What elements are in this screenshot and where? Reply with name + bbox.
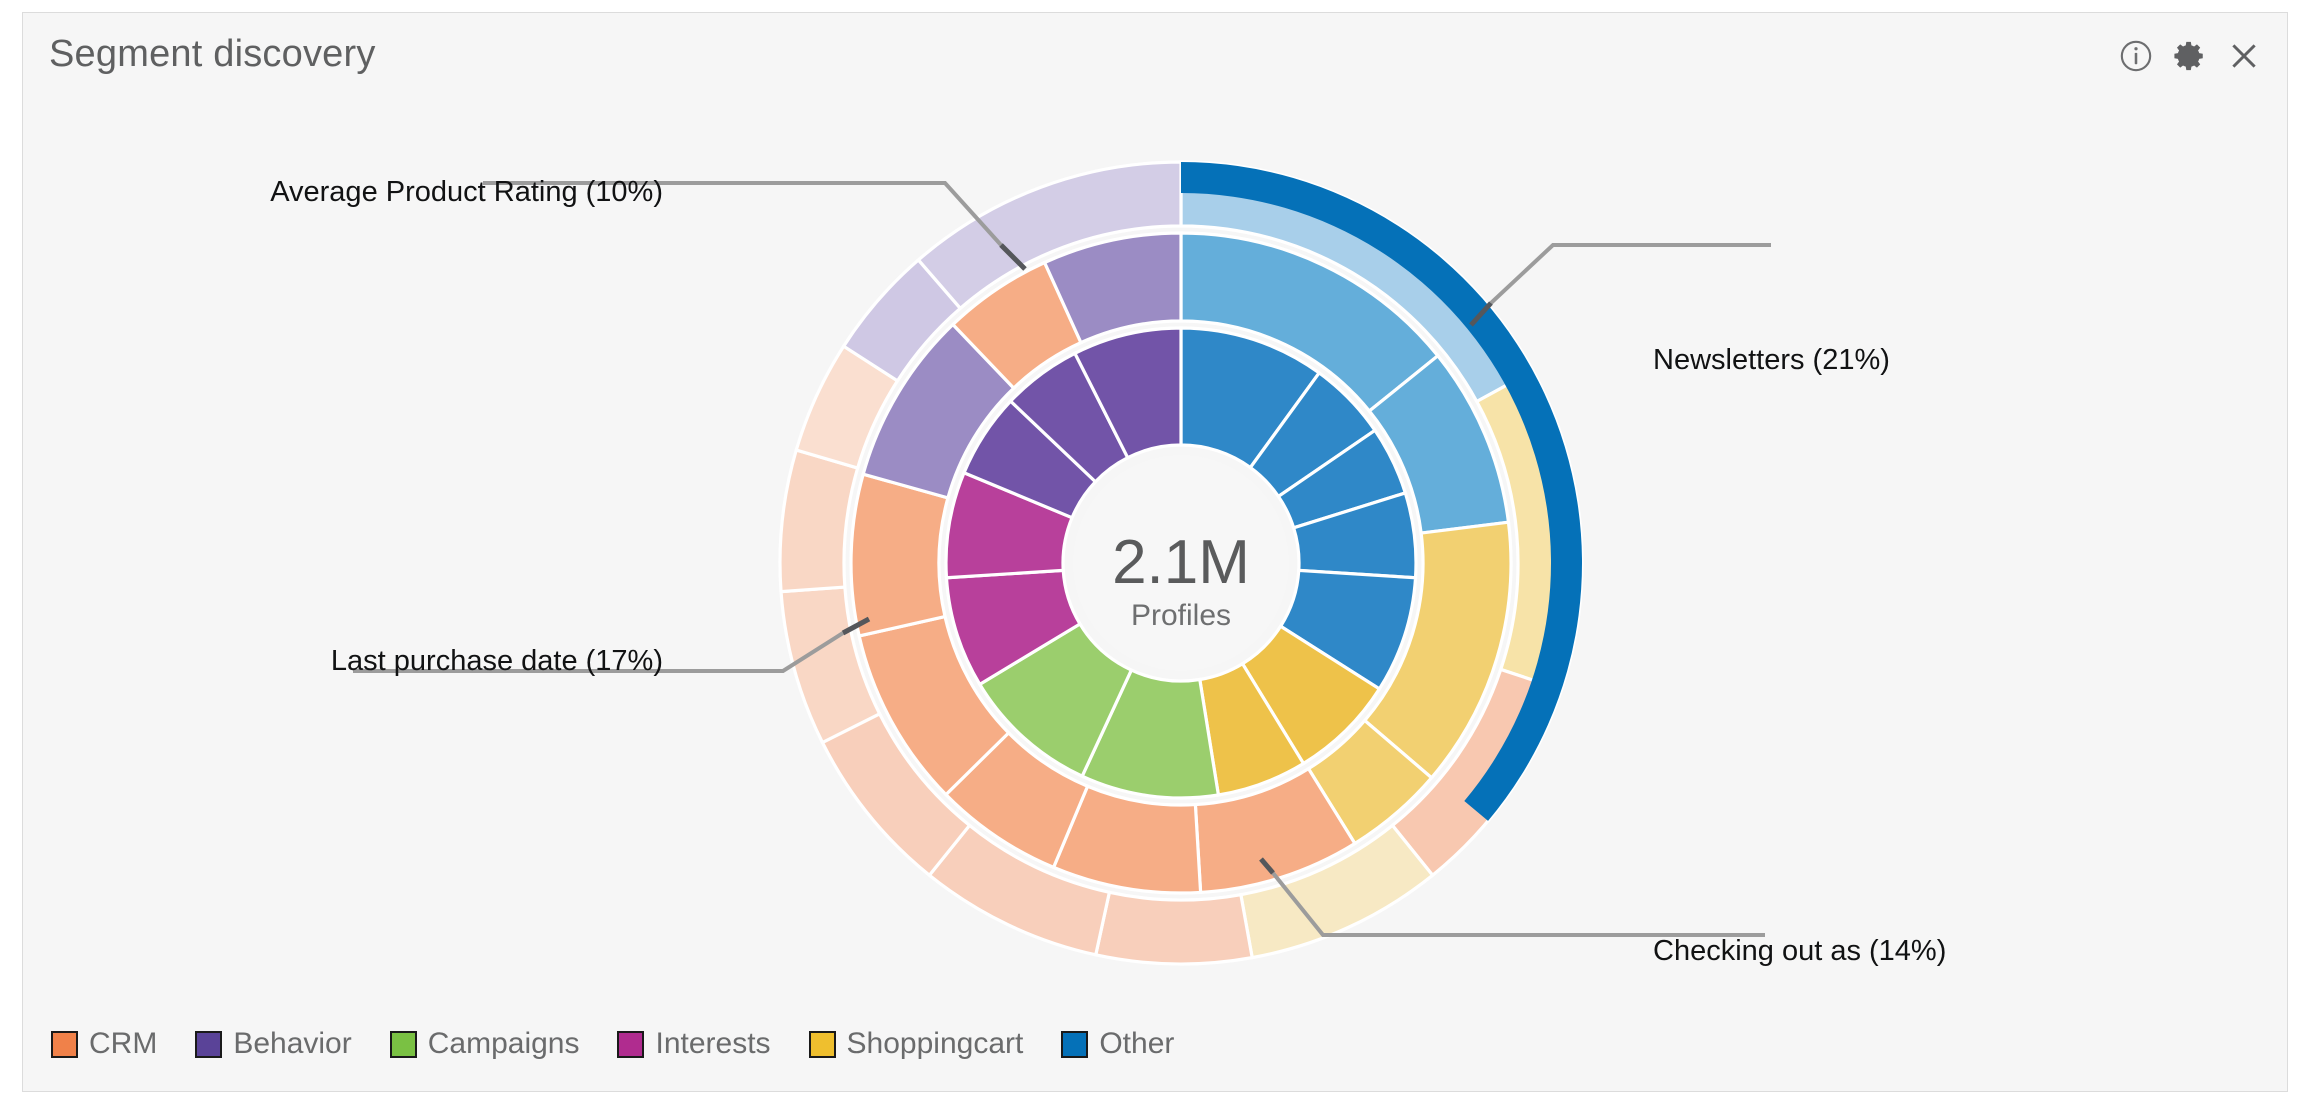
legend-swatch xyxy=(389,1030,417,1058)
gear-icon[interactable] xyxy=(2173,39,2207,73)
legend-item-crm[interactable]: CRM xyxy=(51,1027,157,1061)
legend-label: Interests xyxy=(655,1027,771,1060)
legend-item-campaigns[interactable]: Campaigns xyxy=(389,1027,580,1061)
callout-label: Checking out as (14%) xyxy=(1653,935,1946,967)
legend-label: Shoppingcart xyxy=(846,1027,1024,1060)
info-icon[interactable] xyxy=(2119,39,2153,73)
legend-label: Behavior xyxy=(233,1027,352,1060)
page-title: Segment discovery xyxy=(49,33,376,75)
legend-item-interests[interactable]: Interests xyxy=(617,1027,771,1061)
legend-item-behavior[interactable]: Behavior xyxy=(195,1027,352,1061)
callout-label: Newsletters (21%) xyxy=(1653,344,1890,376)
legend-item-shoppingcart[interactable]: Shoppingcart xyxy=(808,1027,1024,1061)
segment-discovery-panel: Segment discovery 2.1M Profiles Average … xyxy=(22,12,2288,1092)
close-icon[interactable] xyxy=(2227,39,2261,73)
callout-label: Average Product Rating (10%) xyxy=(270,176,663,208)
header-actions xyxy=(2119,39,2261,73)
legend-swatch xyxy=(617,1030,645,1058)
callout-label: Last purchase date (17%) xyxy=(331,645,663,677)
ring-3-segment[interactable] xyxy=(1093,890,1255,966)
legend-item-other[interactable]: Other xyxy=(1061,1027,1174,1061)
center-caption: Profiles xyxy=(1131,599,1231,632)
callout-leader-line xyxy=(1489,243,1771,305)
ring-3-segment[interactable] xyxy=(778,448,860,594)
sunburst-chart: 2.1M Profiles Average Product Rating (10… xyxy=(23,73,2289,973)
legend-swatch xyxy=(51,1030,78,1058)
legend: CRM Behavior Campaigns Interests Shoppingcar… xyxy=(51,1027,1174,1061)
legend-label: Other xyxy=(1099,1027,1175,1060)
legend-label: Campaigns xyxy=(427,1027,580,1060)
ring-2-segment[interactable] xyxy=(849,472,950,638)
legend-swatch xyxy=(195,1030,223,1058)
legend-swatch xyxy=(1061,1030,1089,1058)
legend-label: CRM xyxy=(89,1027,158,1060)
legend-swatch xyxy=(808,1030,836,1058)
center-value: 2.1M xyxy=(1112,528,1250,597)
